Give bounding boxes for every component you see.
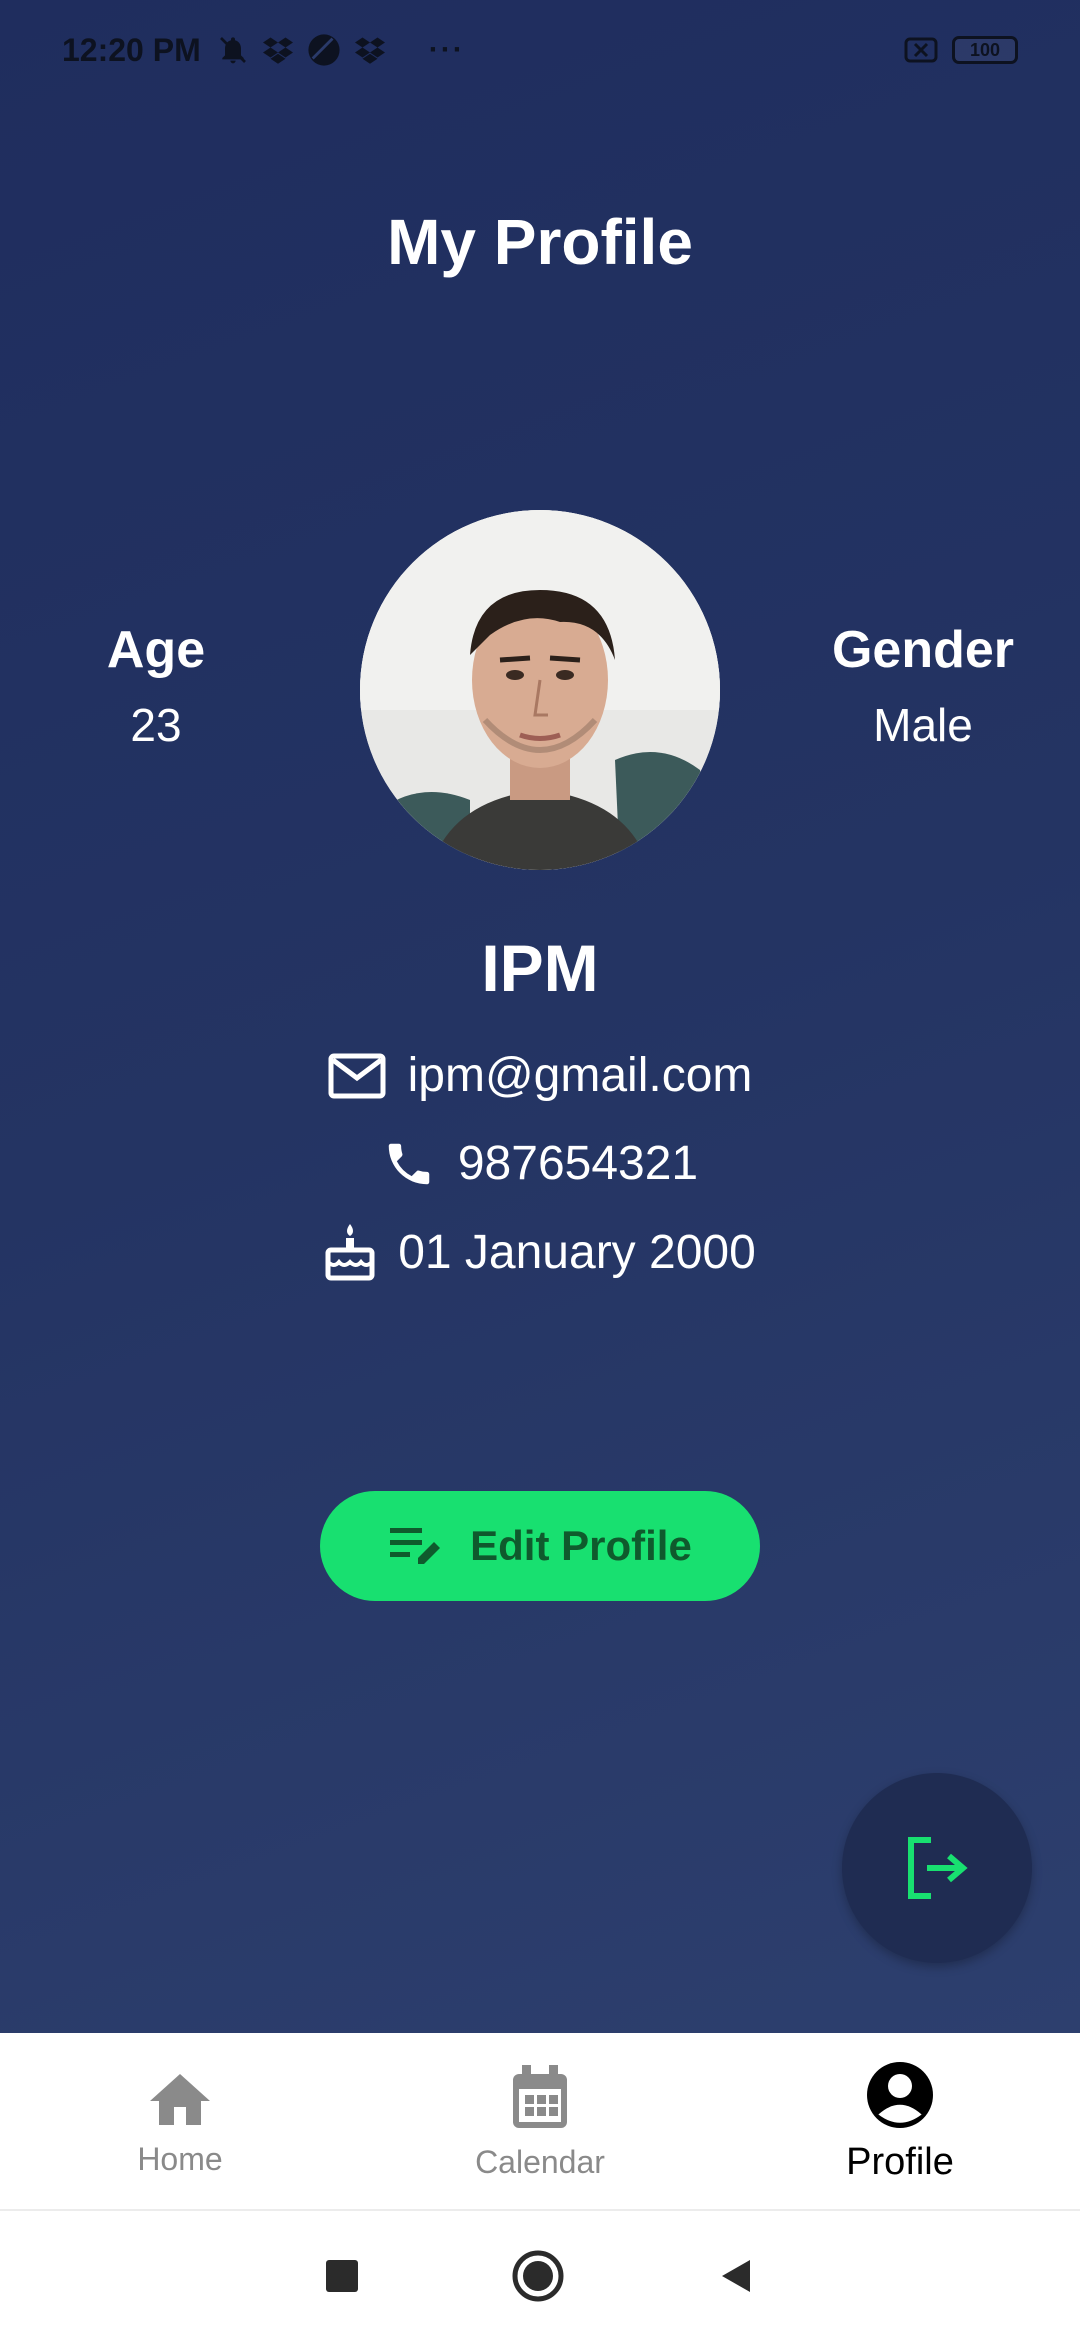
calendar-icon	[513, 2064, 567, 2128]
gender-stat: Gender Male	[803, 620, 1043, 752]
email-text: ipm@gmail.com	[407, 1049, 753, 1102]
gender-value: Male	[873, 699, 973, 751]
birthday-row: 01 January 2000	[0, 1222, 1080, 1282]
user-name: IPM	[481, 931, 599, 1005]
status-right: 100	[904, 36, 1018, 64]
battery-indicator: 100	[952, 36, 1018, 64]
nav-label-calendar: Calendar	[475, 2143, 605, 2180]
edit-note-icon	[390, 1528, 441, 1564]
email-row: ipm@gmail.com	[0, 1048, 1080, 1103]
age-label: Age	[106, 621, 206, 679]
dropbox-icon	[262, 37, 293, 64]
nav-item-home[interactable]: Home	[0, 2033, 360, 2209]
age-value: 23	[130, 699, 182, 751]
phone-icon	[388, 1143, 430, 1184]
status-icons: ···	[217, 33, 465, 67]
recents-button[interactable]	[324, 2258, 360, 2294]
close-box-icon	[904, 37, 938, 63]
birthday-text: 01 January 2000	[398, 1225, 756, 1279]
more-dots-icon: ···	[428, 33, 465, 66]
cake-icon	[325, 1224, 375, 1281]
gender-label: Gender	[831, 621, 1015, 679]
email-icon	[328, 1053, 386, 1098]
nav-item-calendar[interactable]: Calendar	[360, 2033, 720, 2209]
nav-item-profile[interactable]: Profile	[720, 2033, 1080, 2209]
phone-row: 987654321	[0, 1136, 1080, 1191]
home-button[interactable]	[510, 2248, 566, 2304]
system-nav-bar	[0, 2211, 1080, 2340]
profile-screen	[0, 0, 1080, 2033]
edit-profile-label: Edit Profile	[470, 1522, 692, 1569]
circle-icon	[308, 34, 340, 66]
bell-off-icon	[219, 37, 246, 64]
home-icon	[150, 2073, 210, 2125]
account-circle-icon	[867, 2061, 933, 2128]
logout-button[interactable]	[842, 1773, 1032, 1963]
page-title: My Profile	[387, 206, 693, 278]
edit-profile-button[interactable]: Edit Profile	[320, 1491, 760, 1601]
avatar[interactable]	[360, 510, 720, 870]
phone-text: 987654321	[457, 1137, 699, 1190]
nav-label-home: Home	[137, 2140, 223, 2177]
status-time: 12:20 PM	[62, 31, 201, 68]
age-stat: Age 23	[36, 620, 276, 752]
status-bar: 12:20 PM ··· 100	[0, 0, 1080, 100]
bottom-nav: Home Calendar Profile	[0, 2033, 1080, 2211]
avatar-photo	[360, 510, 720, 870]
logout-icon	[908, 1837, 968, 1899]
dropbox-icon	[354, 37, 385, 64]
nav-label-profile: Profile	[846, 2140, 954, 2183]
back-button[interactable]	[716, 2256, 756, 2296]
